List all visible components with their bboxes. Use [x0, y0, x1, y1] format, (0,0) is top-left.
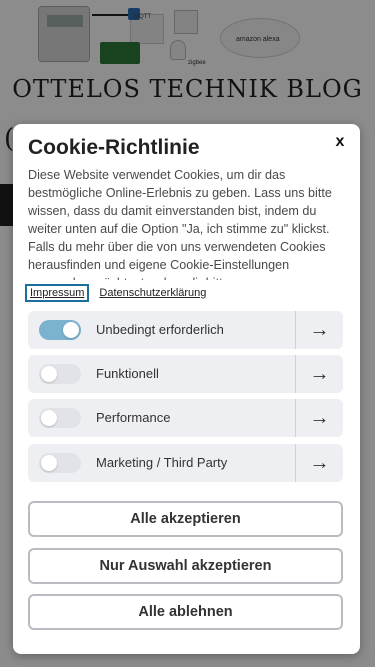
toggle-knob [41, 366, 57, 382]
cookie-description: Diese Website verwendet Cookies, um dir … [28, 168, 332, 280]
category-marketing: Marketing / Third Party → [28, 444, 343, 482]
arrow-right-icon[interactable]: → [296, 399, 343, 437]
accept-all-button[interactable]: Alle akzeptieren [28, 501, 343, 537]
category-label: Performance [96, 410, 171, 425]
arrow-right-icon[interactable]: → [296, 444, 343, 482]
toggle-knob [41, 410, 57, 426]
accept-selection-button[interactable]: Nur Auswahl akzeptieren [28, 548, 343, 584]
modal-title: Cookie-Richtlinie [28, 136, 200, 159]
toggle-necessary[interactable] [39, 320, 81, 340]
category-performance: Performance → [28, 399, 343, 437]
arrow-right-icon[interactable]: → [296, 355, 343, 393]
cookie-consent-modal: Cookie-Richtlinie x Diese Website verwen… [13, 124, 360, 654]
category-label: Funktionell [96, 366, 159, 381]
toggle-marketing[interactable] [39, 453, 81, 473]
category-functional: Funktionell → [28, 355, 343, 393]
arrow-right-icon[interactable]: → [296, 311, 343, 349]
policy-links: Impressum Datenschutzerklärung [25, 284, 206, 302]
privacy-policy-link[interactable]: Datenschutzerklärung [99, 287, 206, 299]
toggle-knob [41, 455, 57, 471]
reject-all-button[interactable]: Alle ablehnen [28, 594, 343, 630]
toggle-performance[interactable] [39, 408, 81, 428]
category-label: Marketing / Third Party [96, 455, 228, 470]
category-necessary: Unbedingt erforderlich → [28, 311, 343, 349]
close-button[interactable]: x [330, 132, 350, 152]
toggle-functional[interactable] [39, 364, 81, 384]
toggle-knob [63, 322, 79, 338]
impressum-link[interactable]: Impressum [25, 284, 90, 302]
category-label: Unbedingt erforderlich [96, 322, 224, 337]
